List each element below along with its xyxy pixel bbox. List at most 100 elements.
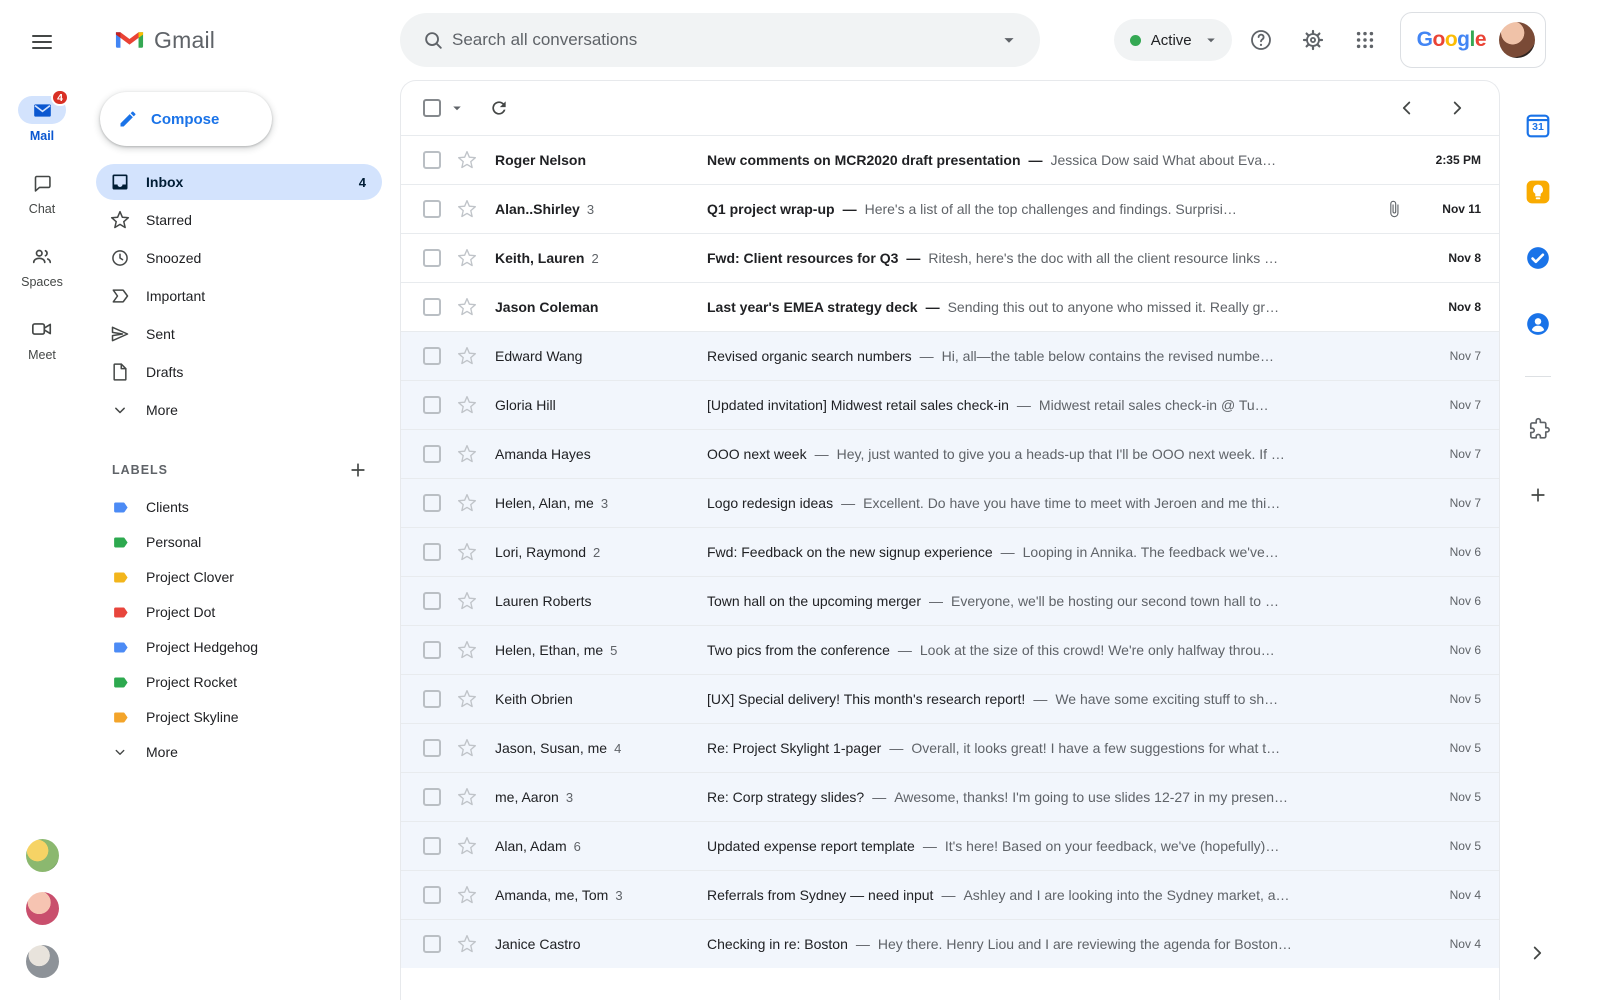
label-item-project-dot[interactable]: Project Dot [96,595,382,629]
main-menu-icon[interactable] [18,18,66,66]
select-checkbox[interactable] [423,690,441,708]
tasks-icon[interactable] [1524,244,1552,272]
select-checkbox[interactable] [423,494,441,512]
extensions-icon[interactable] [1524,415,1552,443]
keep-icon[interactable] [1524,178,1552,206]
email-row[interactable]: Amanda Hayes OOO next week — Hey, just w… [401,429,1499,478]
email-preview: Fwd: Client resources for Q3 — Ritesh, h… [707,250,1407,266]
rail-item-meet[interactable]: Meet [6,315,78,362]
select-all-checkbox[interactable] [423,99,441,117]
label-item-personal[interactable]: Personal [96,525,382,559]
email-row[interactable]: Jason, Susan, me 4 Re: Project Skylight 1… [401,723,1499,772]
select-checkbox[interactable] [423,935,441,953]
label-item-project-clover[interactable]: Project Clover [96,560,382,594]
star-icon[interactable] [457,689,477,709]
email-row[interactable]: Lauren Roberts Town hall on the upcoming… [401,576,1499,625]
rail-item-spaces[interactable]: Spaces [6,242,78,289]
star-icon[interactable] [457,444,477,464]
refresh-icon[interactable] [483,92,515,124]
select-checkbox[interactable] [423,298,441,316]
email-snippet: Hey, just wanted to give you a heads-up … [836,446,1285,462]
sidebar-item-more[interactable]: More [96,392,382,428]
compose-button[interactable]: Compose [100,92,272,146]
select-checkbox[interactable] [423,347,441,365]
select-checkbox[interactable] [423,396,441,414]
newer-page-chevron-icon[interactable] [1391,92,1423,124]
email-row[interactable]: Lori, Raymond 2 Fwd: Feedback on the new … [401,527,1499,576]
search-input[interactable] [452,30,990,50]
help-icon[interactable] [1238,17,1284,63]
email-row[interactable]: Alan, Adam 6 Updated expense report templ… [401,821,1499,870]
create-label-button[interactable] [344,456,372,484]
star-icon[interactable] [457,493,477,513]
star-icon[interactable] [457,885,477,905]
email-row[interactable]: Helen, Ethan, me 5 Two pics from the conf… [401,625,1499,674]
star-icon[interactable] [457,150,477,170]
email-row[interactable]: Roger Nelson New comments on MCR2020 dra… [401,135,1499,184]
select-checkbox[interactable] [423,543,441,561]
select-checkbox[interactable] [423,886,441,904]
get-add-ons-icon[interactable] [1524,481,1552,509]
show-side-panel-icon[interactable] [1526,942,1548,964]
sidebar-item-starred[interactable]: Starred [96,202,382,238]
star-icon[interactable] [457,591,477,611]
settings-gear-icon[interactable] [1290,17,1336,63]
label-item-more[interactable]: More [96,735,382,769]
contacts-icon[interactable] [1524,310,1552,338]
star-icon[interactable] [457,738,477,758]
label-item-project-hedgehog[interactable]: Project Hedgehog [96,630,382,664]
select-checkbox[interactable] [423,739,441,757]
select-checkbox[interactable] [423,200,441,218]
rail-item-mail[interactable]: 4 Mail [6,89,78,143]
workspace-avatar-1[interactable] [25,839,59,872]
email-row[interactable]: Edward Wang Revised organic search numbe… [401,331,1499,380]
email-row[interactable]: Keith, Lauren 2 Fwd: Client resources for… [401,233,1499,282]
search-options-caret-icon[interactable] [990,21,1028,59]
star-icon[interactable] [457,787,477,807]
calendar-icon[interactable]: 31 [1524,112,1552,140]
google-apps-grid-icon[interactable] [1342,17,1388,63]
star-icon[interactable] [457,199,477,219]
select-checkbox[interactable] [423,249,441,267]
star-icon[interactable] [457,346,477,366]
sidebar-item-sent[interactable]: Sent [96,316,382,352]
select-checkbox[interactable] [423,837,441,855]
workspace-avatar-2[interactable] [25,892,59,925]
email-row[interactable]: me, Aaron 3 Re: Corp strategy slides? — A… [401,772,1499,821]
select-checkbox[interactable] [423,151,441,169]
sidebar-item-snoozed[interactable]: Snoozed [96,240,382,276]
select-checkbox[interactable] [423,592,441,610]
older-page-chevron-icon[interactable] [1441,92,1473,124]
select-checkbox[interactable] [423,788,441,806]
select-menu-caret-icon[interactable] [441,92,473,124]
workspace-avatar-3[interactable] [25,945,59,978]
star-icon[interactable] [457,934,477,954]
email-row[interactable]: Alan..Shirley 3 Q1 project wrap-up — Here… [401,184,1499,233]
search-icon[interactable] [414,21,452,59]
star-icon[interactable] [457,395,477,415]
sidebar-item-important[interactable]: Important [96,278,382,314]
star-icon[interactable] [457,297,477,317]
select-checkbox[interactable] [423,445,441,463]
email-row[interactable]: Jason Coleman Last year's EMEA strategy … [401,282,1499,331]
star-icon[interactable] [457,640,477,660]
email-row[interactable]: Keith Obrien [UX] Special delivery! This… [401,674,1499,723]
select-checkbox[interactable] [423,641,441,659]
google-account-box[interactable]: Google [1399,12,1546,68]
star-icon[interactable] [457,248,477,268]
star-icon[interactable] [457,836,477,856]
email-row[interactable]: Gloria Hill [Updated invitation] Midwest… [401,380,1499,429]
label-item-clients[interactable]: Clients [96,490,382,524]
star-icon[interactable] [457,542,477,562]
search-bar[interactable] [400,13,1040,67]
label-item-project-skyline[interactable]: Project Skyline [96,700,382,734]
sidebar-item-inbox[interactable]: Inbox 4 [96,164,382,200]
email-row[interactable]: Helen, Alan, me 3 Logo redesign ideas — E… [401,478,1499,527]
status-selector[interactable]: Active [1113,19,1232,61]
email-row[interactable]: Janice Castro Checking in re: Boston — H… [401,919,1499,968]
rail-item-chat[interactable]: Chat [6,169,78,216]
profile-avatar[interactable] [1499,22,1535,58]
email-row[interactable]: Amanda, me, Tom 3 Referrals from Sydney —… [401,870,1499,919]
sidebar-item-drafts[interactable]: Drafts [96,354,382,390]
label-item-project-rocket[interactable]: Project Rocket [96,665,382,699]
